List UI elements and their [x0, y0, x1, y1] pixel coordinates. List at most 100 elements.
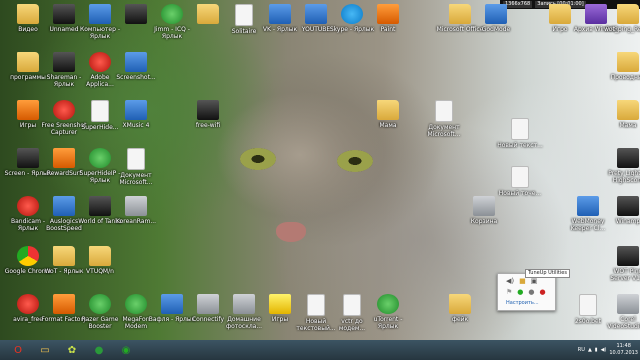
desktop-icon[interactable]: Corel VideoStudio...	[604, 294, 640, 330]
desktop-icon-label: wot_ping_Release	[604, 26, 640, 33]
desktop-icon[interactable]: GodMode	[472, 4, 520, 33]
desktop-icon[interactable]: Screenshot...	[112, 52, 160, 81]
shortcut-icon	[341, 4, 363, 24]
desktop-icon-label: GodMode	[481, 26, 511, 33]
cat-nose	[276, 222, 306, 242]
gray-dot-icon[interactable]: ●	[528, 288, 534, 296]
shortcut-icon	[617, 4, 639, 24]
shortcut-icon	[579, 294, 597, 316]
shortcut-icon	[89, 52, 111, 72]
shortcut-icon	[53, 4, 75, 24]
desktop-icon-label: Мама	[379, 122, 397, 129]
cat-eye-right	[337, 150, 373, 172]
shortcut-icon	[511, 118, 529, 140]
shortcut-icon	[89, 246, 111, 266]
language-indicator[interactable]: RU	[578, 347, 585, 353]
desktop-icon[interactable]: Мама	[364, 100, 412, 129]
shortcut-icon	[617, 52, 639, 72]
desktop-icon[interactable]: WOT Ping Server V1...	[604, 246, 640, 282]
shortcut-icon	[17, 246, 39, 266]
desktop-icon[interactable]: uTorrent - Ярлык	[364, 294, 412, 330]
shortcut-icon	[449, 294, 471, 314]
clock-time: 11:48	[616, 343, 631, 349]
desktop-icon[interactable]: Корзина	[460, 196, 508, 225]
shortcut-icon	[161, 4, 183, 24]
desktop-icon-label: Winamp	[615, 218, 640, 225]
shortcut-icon	[53, 294, 75, 314]
flag-icon[interactable]: ⚑	[506, 288, 512, 296]
desktop-icon[interactable]: Документ Microsoft...	[420, 100, 468, 138]
shortcut-icon	[435, 100, 453, 122]
desktop-icon[interactable]: Prety Lights - HighScore	[604, 148, 640, 184]
taskbar: O ▭ ✿ ● ◉ RU ▲ ▮ ◀) 11:48 10.07.2013	[0, 340, 640, 360]
desktop-icon-label: Новый текст...	[497, 142, 543, 149]
settings-link[interactable]: Настроить...	[506, 300, 539, 306]
shortcut-icon	[617, 196, 639, 216]
desktop-icon-label: Проводник	[610, 74, 640, 81]
shortcut-icon	[617, 100, 639, 120]
red-dot-icon[interactable]: ●	[540, 288, 546, 296]
tray-overflow-popup: ◀) ■ ▣ ⚑ ● ● ● Настроить...	[497, 273, 556, 311]
shortcut-icon	[197, 4, 219, 24]
green-dot-icon[interactable]: ●	[517, 288, 523, 296]
shortcut-icon	[53, 246, 75, 266]
desktop-icon-label: Мама	[619, 122, 637, 129]
shortcut-icon	[233, 294, 255, 314]
desktop-icon[interactable]: Мама	[604, 100, 640, 129]
desktop-icon[interactable]: фейк	[436, 294, 484, 323]
shortcut-icon	[89, 4, 111, 24]
shortcut-icon	[53, 196, 75, 216]
desktop-icon[interactable]: VTUQM/n	[76, 246, 124, 275]
chrome-icon[interactable]: ◉	[117, 343, 135, 357]
desktop-icon[interactable]: XMusic 4	[112, 100, 160, 129]
shortcut-icon	[307, 294, 325, 316]
shortcut-icon	[89, 196, 111, 216]
shortcut-icon	[617, 246, 639, 266]
shortcut-icon	[377, 4, 399, 24]
tuneup-tooltip: TuneUp Utilities	[525, 269, 570, 278]
desktop-icon-label: free-wifi	[195, 122, 221, 129]
shortcut-icon	[161, 294, 183, 314]
shortcut-icon	[511, 166, 529, 188]
desktop-icon-label: Paint	[380, 26, 396, 33]
clock-date: 10.07.2013	[609, 350, 638, 356]
desktop-icon[interactable]: Новый текст...	[496, 118, 544, 149]
desktop-icon[interactable]: Проводник	[604, 52, 640, 81]
shortcut-icon	[17, 148, 39, 168]
desktop-icon-label: KoreanRam...	[115, 218, 157, 225]
shortcut-icon	[197, 294, 219, 314]
shortcut-icon	[17, 4, 39, 24]
shortcut-icon	[17, 294, 39, 314]
cat-eye-left	[240, 148, 276, 170]
desktop-icon-label: Документ Microsoft...	[119, 172, 153, 186]
game-icon[interactable]: ✿	[63, 343, 81, 357]
desktop-icon[interactable]: wot_ping_Release	[604, 4, 640, 33]
desktop-icon[interactable]: KoreanRam...	[112, 196, 160, 225]
volume-icon[interactable]: ◀)	[506, 277, 514, 285]
explorer-icon[interactable]: ▭	[36, 343, 54, 357]
folder-icon[interactable]: ■	[519, 277, 526, 285]
tray-up-arrow-icon[interactable]: ▲	[588, 347, 592, 353]
desktop-icon[interactable]: Winamp	[604, 196, 640, 225]
megafon-icon[interactable]: ●	[90, 343, 108, 357]
network-icon[interactable]: ▮	[595, 347, 598, 353]
shortcut-icon	[125, 4, 147, 24]
desktop-icon-label: Корзина	[470, 218, 498, 225]
shortcut-icon	[343, 294, 361, 316]
desktop-icon[interactable]: Новый точе...	[496, 166, 544, 197]
clock[interactable]: 11:48 10.07.2013	[609, 343, 638, 357]
desktop-icon[interactable]: free-wifi	[184, 100, 232, 129]
shortcut-icon	[485, 4, 507, 24]
monitor-icon[interactable]: ▣	[531, 277, 538, 285]
desktop-icon-label: фейк	[451, 316, 469, 323]
shortcut-icon	[125, 294, 147, 314]
shortcut-icon	[89, 148, 111, 168]
volume-tray-icon[interactable]: ◀)	[601, 347, 607, 353]
shortcut-icon	[617, 294, 639, 314]
desktop-icon[interactable]: Paint	[364, 4, 412, 33]
shortcut-icon	[91, 100, 109, 122]
shortcut-icon	[197, 100, 219, 120]
opera-icon[interactable]: O	[9, 343, 27, 357]
shortcut-icon	[269, 294, 291, 314]
desktop-icon[interactable]: Документ Microsoft...	[112, 148, 160, 186]
